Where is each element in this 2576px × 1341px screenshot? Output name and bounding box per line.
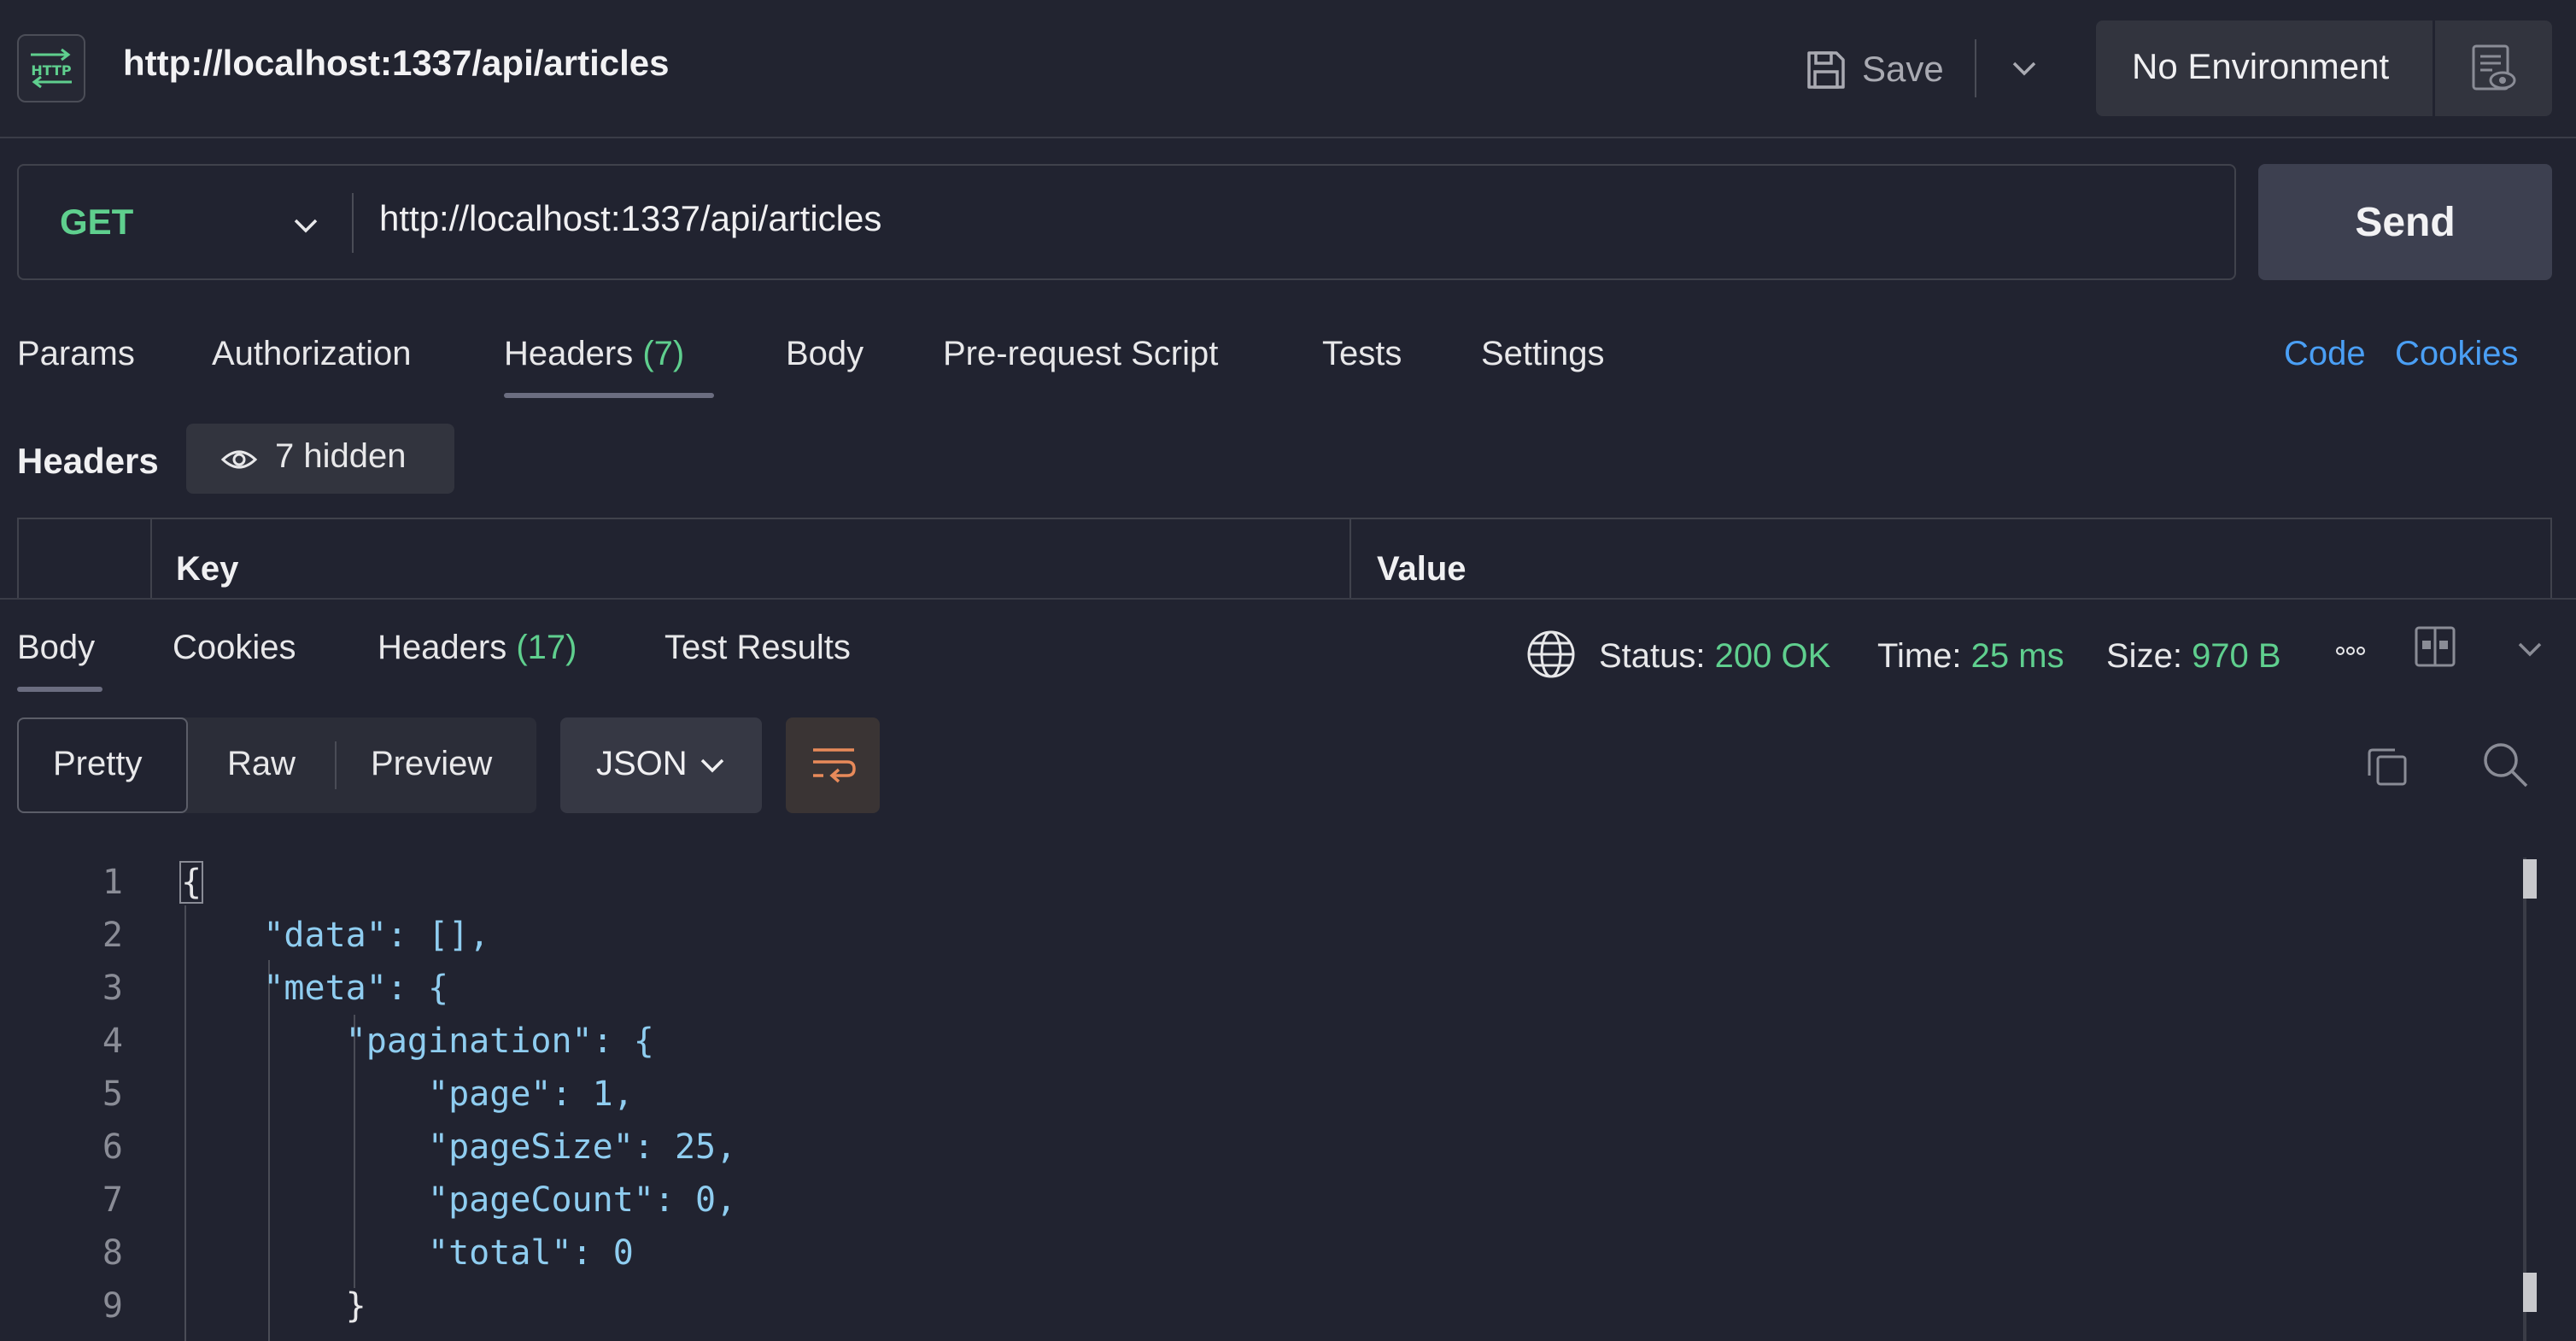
save-label: Save: [1862, 49, 1944, 89]
format-label: JSON: [596, 745, 688, 782]
column-divider: [1349, 518, 1351, 600]
response-tab-test-results[interactable]: Test Results: [664, 629, 851, 667]
pretty-label[interactable]: Pretty: [53, 745, 142, 783]
more-icon[interactable]: [2333, 642, 2368, 664]
response-headers-count: (17): [516, 629, 577, 666]
send-button[interactable]: Send: [2258, 164, 2552, 280]
search-icon[interactable]: [2480, 740, 2532, 795]
tab-pre-request-script[interactable]: Pre-request Script: [943, 335, 1218, 373]
cookies-link[interactable]: Cookies: [2395, 335, 2519, 373]
method-selector[interactable]: GET: [60, 202, 133, 243]
http-icon: HTTP: [17, 34, 85, 102]
format-selector[interactable]: JSON: [560, 717, 762, 813]
environment-label[interactable]: No Environment: [2132, 46, 2389, 87]
response-tab-body[interactable]: Body: [17, 629, 95, 667]
headers-count: (7): [642, 335, 685, 372]
divider: [2433, 20, 2435, 116]
globe-icon[interactable]: [1525, 629, 1577, 684]
save-button[interactable]: Save: [1804, 39, 1944, 99]
pane-splitter[interactable]: [0, 598, 2576, 600]
tab-headers[interactable]: Headers (7): [504, 335, 684, 373]
column-header-value: Value: [1377, 550, 1467, 588]
collapse-chevron-down-icon[interactable]: [2515, 637, 2545, 665]
response-tab-headers[interactable]: Headers (17): [378, 629, 577, 667]
save-icon: [1807, 51, 1845, 89]
tab-settings[interactable]: Settings: [1481, 335, 1605, 373]
active-tab-indicator: [504, 393, 714, 398]
headers-table: [17, 518, 2552, 600]
response-body-code[interactable]: 1{ 2 "data": [], 3 "meta": { 4 "paginati…: [0, 858, 2545, 1341]
tab-tests[interactable]: Tests: [1322, 335, 1402, 373]
headers-title: Headers: [17, 441, 159, 481]
tab-authorization[interactable]: Authorization: [212, 335, 411, 373]
divider: [1975, 39, 1976, 97]
status-readout: Status: 200 OK: [1599, 637, 1831, 675]
wrap-lines-icon: [813, 748, 856, 783]
copy-icon[interactable]: [2364, 743, 2410, 793]
save-options-chevron-down-icon[interactable]: [2009, 53, 2040, 88]
environment-eye-icon[interactable]: [2470, 43, 2518, 98]
tab-params[interactable]: Params: [17, 335, 135, 373]
url-input[interactable]: [379, 198, 2173, 239]
hidden-count-label: 7 hidden: [275, 437, 407, 475]
column-header-key: Key: [176, 550, 239, 588]
scrollbar-thumb[interactable]: [2523, 859, 2537, 899]
layout-icon[interactable]: [2414, 625, 2456, 672]
tab-body[interactable]: Body: [786, 335, 864, 373]
divider: [335, 741, 337, 789]
chevron-down-icon: [700, 758, 724, 773]
chevron-down-icon[interactable]: [290, 210, 321, 245]
hidden-headers-toggle[interactable]: 7 hidden: [186, 424, 454, 494]
svg-text:HTTP: HTTP: [31, 62, 72, 79]
column-divider: [150, 518, 152, 600]
active-tab-indicator: [17, 687, 102, 692]
view-mode-preview[interactable]: Preview: [371, 745, 492, 783]
code-scrollbar[interactable]: [2523, 858, 2526, 1341]
response-tab-cookies[interactable]: Cookies: [173, 629, 296, 667]
wrap-lines-button[interactable]: [786, 717, 880, 813]
request-title[interactable]: http://localhost:1337/api/articles: [123, 43, 670, 84]
code-link[interactable]: Code: [2284, 335, 2366, 373]
time-readout: Time: 25 ms: [1877, 637, 2064, 675]
size-readout: Size: 970 B: [2106, 637, 2281, 675]
status-value: 200 OK: [1714, 637, 1831, 675]
size-value: 970 B: [2192, 637, 2281, 675]
view-mode-raw[interactable]: Raw: [227, 745, 296, 783]
scrollbar-marker: [2523, 1273, 2537, 1312]
time-value: 25 ms: [1970, 637, 2064, 675]
divider: [352, 193, 354, 253]
eye-icon: [220, 450, 258, 469]
